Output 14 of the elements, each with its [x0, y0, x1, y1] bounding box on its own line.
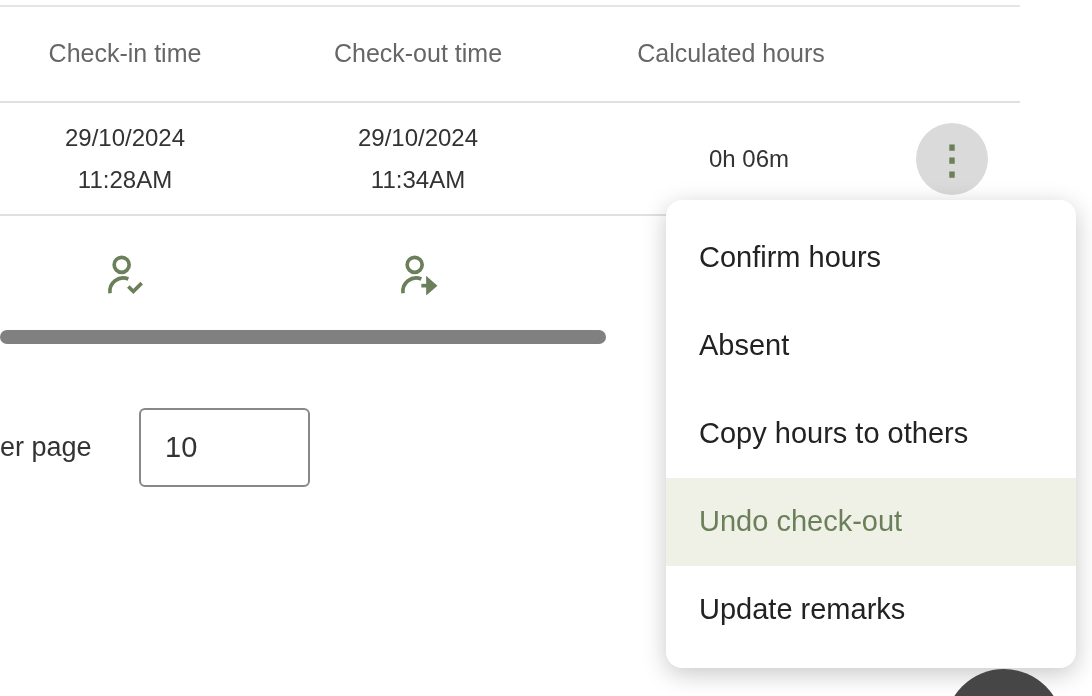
menu-item[interactable]: Confirm hours [666, 214, 1076, 302]
horizontal-scrollbar[interactable] [0, 330, 606, 344]
table-cell-text: 29/10/2024 11:34AM [357, 122, 479, 195]
table-cell-text: 0h 06m [708, 143, 790, 174]
rows-per-page-field[interactable]: 10 [139, 408, 310, 487]
rows-per-page-label: er page [0, 431, 93, 465]
column-header: Check-out time [333, 38, 503, 70]
menu-item[interactable]: Update remarks [666, 566, 1076, 654]
menu-item[interactable]: Copy hours to others [666, 390, 1076, 478]
menu-item[interactable]: Undo check-out [666, 478, 1076, 566]
table-cell-text: 29/10/2024 11:28AM [64, 122, 186, 195]
column-header: Check-in time [48, 38, 202, 70]
column-header: Calculated hours [637, 38, 825, 70]
menu-item[interactable]: Absent [666, 302, 1076, 390]
